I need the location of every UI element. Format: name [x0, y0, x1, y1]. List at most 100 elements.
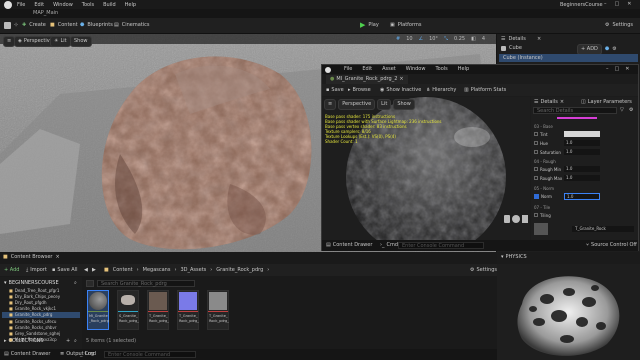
tree-item[interactable]: ■ Dry_Root_pfgdh	[9, 301, 47, 305]
param-value-active[interactable]: 1.0	[564, 193, 600, 200]
material-editor-tab[interactable]: ● MI_Granite_Rock_pdrg_2 ×	[326, 75, 408, 84]
history-back-icon[interactable]: ◀	[84, 267, 88, 273]
save-all-button[interactable]: ▪ Save All	[52, 267, 77, 273]
save-icon[interactable]	[4, 22, 11, 29]
me-menu-tools[interactable]: Tools	[435, 67, 447, 72]
param-row-selected[interactable]: Norm 1.0	[534, 193, 636, 201]
camera-speed-icon[interactable]: ◧	[471, 36, 476, 42]
me-details-search[interactable]: Search Details	[533, 107, 617, 114]
param-row[interactable]: Tint	[534, 131, 636, 138]
tree-root[interactable]: ▾ BEGINNERSCOURSE	[4, 281, 59, 286]
param-value[interactable]: 1.0	[564, 140, 600, 146]
details-close-icon[interactable]: ×	[537, 37, 541, 42]
collections-add-icon[interactable]: +	[66, 339, 70, 344]
tree-item[interactable]: ■ Granite_Rocks_ufecu	[9, 320, 56, 324]
tree-item[interactable]: ■ Dry_Bark_Chips_pecey	[9, 295, 60, 299]
me-perspective-button[interactable]: Perspective	[338, 99, 376, 110]
me-cmd-button[interactable]: ›_ Cmd	[380, 243, 398, 248]
tree-item[interactable]: ■ Grey_Sandstone_sghej	[9, 332, 60, 336]
menu-file[interactable]: File	[17, 2, 25, 8]
asset-tile-selected[interactable]: MI_Granite_Rock_pdrg_2	[87, 290, 109, 330]
content-button[interactable]: ■ Content	[50, 23, 78, 28]
details-tab[interactable]: ☰ Details	[501, 37, 526, 42]
details-settings-icon[interactable]: ⚙	[612, 47, 616, 52]
param-checkbox[interactable]	[534, 150, 538, 154]
asset-tile[interactable]: T_Granite_Rock_pdrg_2K_D	[147, 290, 169, 330]
me-console-input[interactable]: Enter Console Command	[398, 242, 484, 249]
me-save-button[interactable]: ▪ Save	[326, 87, 344, 93]
breadcrumb-item[interactable]: 3D_Assets	[180, 267, 206, 273]
actor-name[interactable]: Cube	[509, 46, 522, 51]
tree-search-icon[interactable]: ⌕	[74, 281, 77, 286]
param-value[interactable]: 1.0	[564, 175, 600, 181]
me-maximize-icon[interactable]: □	[615, 67, 620, 72]
param-row[interactable]: Hue 1.0	[534, 140, 636, 147]
param-row[interactable]: Saturation 1.0	[534, 149, 636, 156]
param-checkbox[interactable]	[534, 141, 538, 145]
me-close-icon[interactable]: ✕	[625, 67, 629, 72]
tree-item[interactable]: ■ Granite_Rock_vkjkc1	[9, 307, 56, 311]
me-menu-window[interactable]: Window	[406, 67, 426, 72]
param-checkbox-checked[interactable]	[534, 194, 539, 199]
blueprints-button[interactable]: ⬣ Blueprints	[80, 23, 113, 28]
rotation-snap-value[interactable]: 10°	[429, 36, 438, 42]
menu-build[interactable]: Build	[103, 2, 116, 8]
create-button[interactable]: ✚ Create	[22, 23, 46, 28]
instance-row[interactable]: Cube (Instance)	[499, 54, 638, 62]
minimize-icon[interactable]: –	[604, 2, 607, 7]
asset-tile[interactable]: T_Granite_Rock_pdrg_2K_ORM	[207, 290, 229, 330]
grid-snap-icon[interactable]: #	[396, 36, 400, 42]
hierarchy-button[interactable]: ⋔ Hierarchy	[426, 87, 456, 93]
play-button[interactable]: ▶ Play	[360, 22, 379, 29]
content-browser-tab[interactable]: ■ Content Browser ×	[3, 255, 60, 260]
cinematics-button[interactable]: ▤ Cinematics	[114, 23, 150, 28]
me-show-button[interactable]: Show	[393, 99, 415, 110]
param-group-header[interactable]: 05 - Norm	[534, 187, 554, 191]
settings-button[interactable]: ⚙ Settings	[605, 23, 633, 28]
param-row[interactable]: Rough Min 1.0	[534, 166, 636, 173]
camera-speed-value[interactable]: 4	[482, 36, 485, 42]
tint-swatch[interactable]	[564, 131, 600, 137]
parent-asset-dropdown[interactable]: T_Granite_Rock	[572, 226, 634, 232]
maximize-icon[interactable]: □	[615, 2, 620, 7]
show-inactive-button[interactable]: ◉ Show Inactive	[380, 87, 421, 93]
preview-plane-icon[interactable]	[522, 215, 528, 223]
collections-header[interactable]: ▸ COLLECTIONS	[4, 339, 44, 344]
me-menu-edit[interactable]: Edit	[362, 67, 372, 72]
details-filter-icon[interactable]: ▽	[620, 108, 624, 113]
param-value[interactable]: 1.0	[564, 149, 600, 155]
tree-item[interactable]: ■ Granite_Rocks_shbvr	[9, 326, 56, 330]
cb-settings-button[interactable]: ⚙ Settings	[470, 267, 497, 273]
blueprint-actor-icon[interactable]: ⬣	[605, 47, 609, 52]
scale-snap-value[interactable]: 0.25	[454, 36, 465, 42]
me-details-tab[interactable]: ☰ Details ×	[534, 100, 564, 105]
param-checkbox[interactable]	[534, 176, 538, 180]
param-group-header[interactable]: 07 - Tile	[534, 206, 550, 210]
me-viewport-options-button[interactable]: ≡	[324, 99, 337, 110]
preview-sphere-icon[interactable]	[512, 215, 520, 223]
cmd-button[interactable]: ›_ Cmd	[78, 352, 96, 357]
tree-item[interactable]: ■ Dead_Tree_Root_pfgr1	[9, 289, 59, 293]
collections-search-icon[interactable]: ⌕	[74, 339, 77, 344]
add-button[interactable]: + Add	[4, 267, 19, 273]
param-row[interactable]: Rough Max 1.0	[534, 175, 636, 182]
param-group-header[interactable]: 03 - Base	[534, 125, 553, 129]
history-forward-icon[interactable]: ▶	[92, 267, 96, 273]
breadcrumb-item[interactable]: Megascans	[143, 267, 171, 273]
show-button[interactable]: Show	[70, 35, 92, 47]
param-checkbox[interactable]	[534, 213, 538, 217]
me-menu-file[interactable]: File	[344, 67, 352, 72]
parent-asset-row[interactable]: T_Granite_Rock	[534, 223, 636, 235]
asset-search-input[interactable]: Search Granite_Rock_pdrg	[97, 280, 195, 287]
param-row[interactable]: Tiling	[534, 212, 636, 219]
rotation-snap-icon[interactable]: ∠	[419, 36, 423, 42]
menu-help[interactable]: Help	[125, 2, 136, 8]
platforms-button[interactable]: ▣ Platforms	[390, 23, 421, 28]
param-group-header[interactable]: 04 - Rough	[534, 160, 556, 164]
level-tab[interactable]: MAP_Main	[33, 11, 58, 16]
close-icon[interactable]: ✕	[627, 2, 631, 7]
me-content-drawer-button[interactable]: ▤ Content Drawer	[326, 243, 372, 248]
param-value[interactable]: 1.0	[564, 166, 600, 172]
lit-button[interactable]: ☀ Lit	[50, 35, 71, 47]
filter-button[interactable]	[86, 280, 94, 287]
